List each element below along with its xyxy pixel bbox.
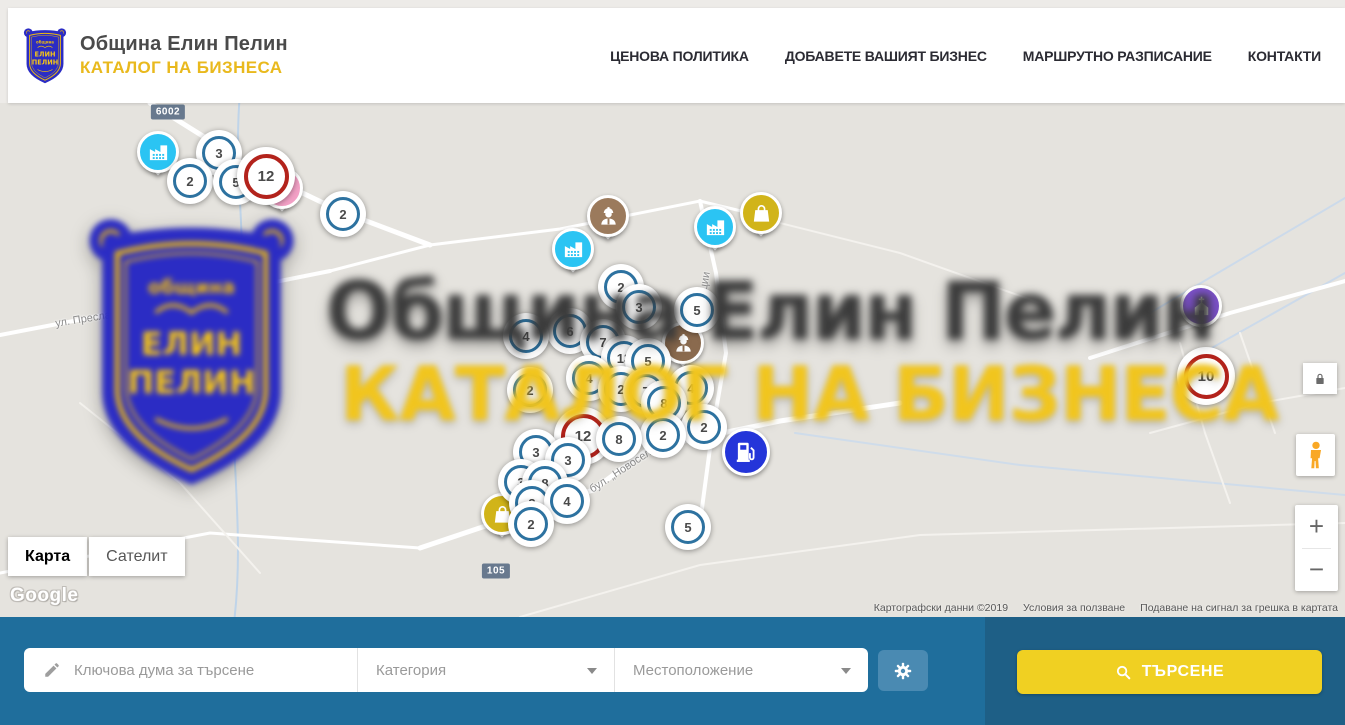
worker-icon: [587, 195, 629, 237]
location-select-value: Местоположение: [633, 662, 753, 679]
chevron-down-icon: [841, 668, 851, 674]
attribution-terms-link[interactable]: Условия за ползване: [1023, 602, 1125, 614]
svg-text:ПЕЛИН: ПЕЛИН: [32, 58, 58, 66]
brand[interactable]: община ЕЛИН ПЕЛИН Община Елин Пелин КАТА…: [22, 27, 288, 85]
map-canvas[interactable]: 6002105ул. Преславбул. „Новоселции: [0, 103, 1345, 617]
nav-contacts[interactable]: КОНТАКТИ: [1248, 48, 1321, 64]
map-cluster-marker[interactable]: 2: [508, 501, 554, 547]
map-type-control: Карта Сателит: [8, 537, 185, 576]
pencil-icon: [43, 661, 61, 679]
municipality-emblem-logo: община ЕЛИН ПЕЛИН: [22, 27, 68, 85]
nav-add-business[interactable]: ДОБАВЕТЕ ВАШИЯТ БИЗНЕС: [785, 48, 987, 64]
lock-icon: [1312, 371, 1328, 387]
site-header: община ЕЛИН ПЕЛИН Община Елин Пелин КАТА…: [8, 8, 1345, 103]
site-title: Община Елин Пелин: [80, 33, 288, 56]
map-pin-worker[interactable]: [587, 195, 629, 237]
map-pin-bag[interactable]: [740, 192, 782, 234]
factory-icon: [694, 206, 736, 248]
search-bar: Категория Местоположение ТЪРСЕНЕ: [0, 617, 1345, 725]
zoom-control: + −: [1295, 505, 1338, 591]
map-pin-fuel[interactable]: [722, 428, 770, 476]
google-logo[interactable]: Google: [10, 585, 78, 607]
map-cluster-marker[interactable]: 5: [665, 504, 711, 550]
gear-icon: [892, 660, 914, 682]
svg-text:ЕЛИН: ЕЛИН: [35, 50, 56, 58]
map-cluster-marker[interactable]: 5: [674, 287, 720, 333]
church-icon: [1180, 285, 1222, 327]
map-cluster-marker[interactable]: 8: [596, 416, 642, 462]
map-cluster-marker[interactable]: 2: [167, 158, 213, 204]
map-type-satellite-button[interactable]: Сателит: [89, 537, 184, 576]
attribution-report-error-link[interactable]: Подаване на сигнал за грешка в картата: [1140, 602, 1338, 614]
keyword-search-input[interactable]: [74, 662, 334, 679]
pegman-icon: [1305, 440, 1327, 470]
map-cluster-marker[interactable]: 4: [503, 313, 549, 359]
map-pin-church[interactable]: [1180, 285, 1222, 327]
pegman-control[interactable]: [1296, 434, 1335, 476]
search-input-group: Категория Местоположение: [24, 648, 868, 692]
zoom-out-button[interactable]: −: [1295, 549, 1338, 592]
main-nav: ЦЕНОВА ПОЛИТИКА ДОБАВЕТЕ ВАШИЯТ БИЗНЕС М…: [610, 48, 1321, 64]
map-pin-factory[interactable]: [694, 206, 736, 248]
keyword-section: [24, 648, 357, 692]
map-markers-layer: 325122235647135422748221283338342510: [0, 103, 1345, 617]
map-cluster-marker[interactable]: 2: [681, 404, 727, 450]
location-select[interactable]: Местоположение: [614, 648, 868, 692]
map-cluster-marker[interactable]: 2: [640, 412, 686, 458]
search-icon: [1115, 664, 1132, 681]
fuel-icon: [722, 428, 770, 476]
map-cluster-marker[interactable]: 2: [320, 191, 366, 237]
advanced-search-settings-button[interactable]: [878, 650, 928, 691]
map-cluster-marker[interactable]: 10: [1177, 347, 1235, 405]
nav-pricing[interactable]: ЦЕНОВА ПОЛИТИКА: [610, 48, 749, 64]
category-select[interactable]: Категория: [357, 648, 614, 692]
map-cluster-marker[interactable]: 12: [237, 147, 295, 205]
map-type-map-button[interactable]: Карта: [8, 537, 87, 576]
chevron-down-icon: [587, 668, 597, 674]
zoom-in-button[interactable]: +: [1295, 505, 1338, 548]
category-select-value: Категория: [376, 662, 446, 679]
site-subtitle: КАТАЛОГ НА БИЗНЕСА: [80, 58, 288, 78]
search-button-label: ТЪРСЕНЕ: [1142, 663, 1225, 681]
attribution-copyright: Картографски данни ©2019: [874, 602, 1008, 614]
map-cluster-marker[interactable]: 3: [616, 284, 662, 330]
map-cluster-marker[interactable]: 2: [507, 367, 553, 413]
nav-route-schedule[interactable]: МАРШРУТНО РАЗПИСАНИЕ: [1023, 48, 1212, 64]
street-view-lock-button[interactable]: [1303, 363, 1337, 394]
svg-text:община: община: [36, 39, 54, 44]
search-submit-button[interactable]: ТЪРСЕНЕ: [1017, 650, 1322, 694]
bag-icon: [740, 192, 782, 234]
map-attribution: Картографски данни ©2019 Условия за полз…: [874, 602, 1338, 614]
